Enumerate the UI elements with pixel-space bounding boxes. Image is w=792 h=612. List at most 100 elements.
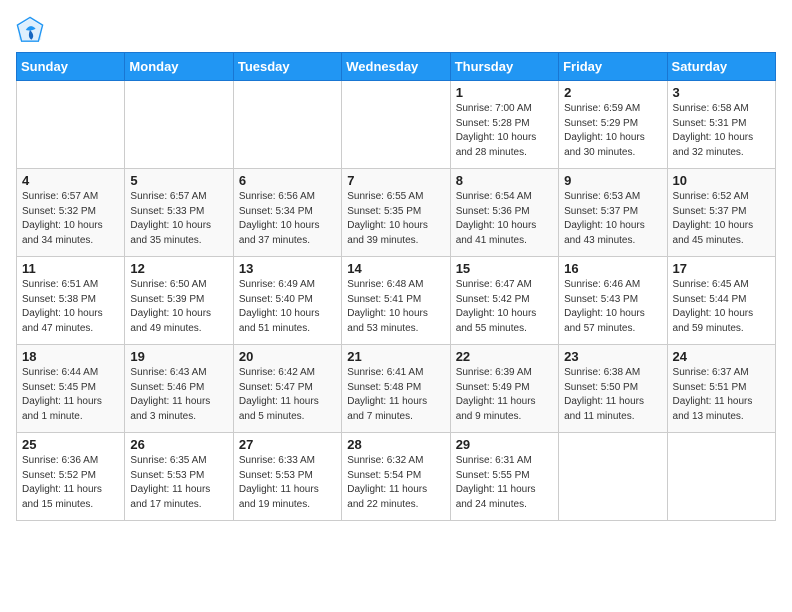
table-cell: 22Sunrise: 6:39 AM Sunset: 5:49 PM Dayli… [450,345,558,433]
day-number: 12 [130,261,227,276]
page-header [16,16,776,44]
day-info: Sunrise: 6:51 AM Sunset: 5:38 PM Dayligh… [22,278,119,336]
day-info: Sunrise: 6:42 AM Sunset: 5:47 PM Dayligh… [239,366,336,424]
week-row-3: 11 Sunrise: 6:51 AM Sunset: 5:38 PM Dayli… [17,257,776,345]
table-cell [559,433,667,521]
day-info: Sunrise: 6:32 AM Sunset: 5:54 PM Dayligh… [347,454,444,512]
day-number: 4 [22,173,119,188]
day-number: 19 [130,349,227,364]
day-number: 25 [22,437,119,452]
table-cell: 8 Sunrise: 6:54 AM Sunset: 5:36 PM Daylig… [450,169,558,257]
day-number: 17 [673,261,770,276]
header-thursday: Thursday [450,53,558,81]
table-cell: 7 Sunrise: 6:55 AM Sunset: 5:35 PM Daylig… [342,169,450,257]
day-info: Sunrise: 6:59 AM Sunset: 5:29 PM Dayligh… [564,102,661,160]
day-number: 7 [347,173,444,188]
day-info: Sunrise: 6:48 AM Sunset: 5:41 PM Dayligh… [347,278,444,336]
day-number: 13 [239,261,336,276]
table-cell: 29 Sunrise: 6:31 AM Sunset: 5:55 PM Dayli… [450,433,558,521]
table-cell: 14 Sunrise: 6:48 AM Sunset: 5:41 PM Dayli… [342,257,450,345]
header-wednesday: Wednesday [342,53,450,81]
day-number: 9 [564,173,661,188]
table-cell: 10 Sunrise: 6:52 AM Sunset: 5:37 PM Dayli… [667,169,775,257]
day-number: 10 [673,173,770,188]
week-row-1: 1 Sunrise: 7:00 AM Sunset: 5:28 PM Daylig… [17,81,776,169]
table-cell: 17 Sunrise: 6:45 AM Sunset: 5:44 PM Dayli… [667,257,775,345]
day-number: 16 [564,261,661,276]
header-monday: Monday [125,53,233,81]
day-info: Sunrise: 6:55 AM Sunset: 5:35 PM Dayligh… [347,190,444,248]
day-info: Sunrise: 6:43 AM Sunset: 5:46 PM Dayligh… [130,366,227,424]
day-info: Sunrise: 6:57 AM Sunset: 5:33 PM Dayligh… [130,190,227,248]
day-number: 15 [456,261,553,276]
table-cell: 5 Sunrise: 6:57 AM Sunset: 5:33 PM Daylig… [125,169,233,257]
day-info: Sunrise: 6:41 AM Sunset: 5:48 PM Dayligh… [347,366,444,424]
calendar-table: SundayMondayTuesdayWednesdayThursdayFrid… [16,52,776,521]
table-cell: 1 Sunrise: 7:00 AM Sunset: 5:28 PM Daylig… [450,81,558,169]
day-info: Sunrise: 6:45 AM Sunset: 5:44 PM Dayligh… [673,278,770,336]
table-cell: 19 Sunrise: 6:43 AM Sunset: 5:46 PM Dayli… [125,345,233,433]
table-cell: 3 Sunrise: 6:58 AM Sunset: 5:31 PM Daylig… [667,81,775,169]
day-number: 22 [456,349,553,364]
week-row-4: 18 Sunrise: 6:44 AM Sunset: 5:45 PM Dayli… [17,345,776,433]
table-cell: 28 Sunrise: 6:32 AM Sunset: 5:54 PM Dayli… [342,433,450,521]
header-friday: Friday [559,53,667,81]
day-info: Sunrise: 6:44 AM Sunset: 5:45 PM Dayligh… [22,366,119,424]
day-info: Sunrise: 6:36 AM Sunset: 5:52 PM Dayligh… [22,454,119,512]
day-info: Sunrise: 6:56 AM Sunset: 5:34 PM Dayligh… [239,190,336,248]
day-info: Sunrise: 6:49 AM Sunset: 5:40 PM Dayligh… [239,278,336,336]
table-cell: 15 Sunrise: 6:47 AM Sunset: 5:42 PM Dayli… [450,257,558,345]
table-cell: 4 Sunrise: 6:57 AM Sunset: 5:32 PM Daylig… [17,169,125,257]
week-row-2: 4 Sunrise: 6:57 AM Sunset: 5:32 PM Daylig… [17,169,776,257]
table-cell: 23Sunrise: 6:38 AM Sunset: 5:50 PM Dayli… [559,345,667,433]
day-number: 6 [239,173,336,188]
day-info: Sunrise: 7:00 AM Sunset: 5:28 PM Dayligh… [456,102,553,160]
day-info: Sunrise: 6:37 AM Sunset: 5:51 PM Dayligh… [673,366,770,424]
day-info: Sunrise: 6:47 AM Sunset: 5:42 PM Dayligh… [456,278,553,336]
table-cell: 11 Sunrise: 6:51 AM Sunset: 5:38 PM Dayli… [17,257,125,345]
day-number: 18 [22,349,119,364]
day-number: 14 [347,261,444,276]
table-cell: 21 Sunrise: 6:41 AM Sunset: 5:48 PM Dayli… [342,345,450,433]
day-number: 24 [673,349,770,364]
header-row: SundayMondayTuesdayWednesdayThursdayFrid… [17,53,776,81]
table-cell: 20 Sunrise: 6:42 AM Sunset: 5:47 PM Dayli… [233,345,341,433]
day-number: 21 [347,349,444,364]
day-info: Sunrise: 6:54 AM Sunset: 5:36 PM Dayligh… [456,190,553,248]
table-cell [342,81,450,169]
table-cell: 26 Sunrise: 6:35 AM Sunset: 5:53 PM Dayli… [125,433,233,521]
day-info: Sunrise: 6:57 AM Sunset: 5:32 PM Dayligh… [22,190,119,248]
day-number: 28 [347,437,444,452]
day-number: 3 [673,85,770,100]
day-info: Sunrise: 6:52 AM Sunset: 5:37 PM Dayligh… [673,190,770,248]
day-number: 26 [130,437,227,452]
header-tuesday: Tuesday [233,53,341,81]
day-info: Sunrise: 6:53 AM Sunset: 5:37 PM Dayligh… [564,190,661,248]
day-number: 20 [239,349,336,364]
day-number: 5 [130,173,227,188]
day-number: 2 [564,85,661,100]
logo [16,16,48,44]
table-cell: 25 Sunrise: 6:36 AM Sunset: 5:52 PM Dayli… [17,433,125,521]
table-cell [233,81,341,169]
day-number: 8 [456,173,553,188]
table-cell: 27Sunrise: 6:33 AM Sunset: 5:53 PM Dayli… [233,433,341,521]
table-cell [667,433,775,521]
day-info: Sunrise: 6:31 AM Sunset: 5:55 PM Dayligh… [456,454,553,512]
table-cell: 13 Sunrise: 6:49 AM Sunset: 5:40 PM Dayli… [233,257,341,345]
table-cell: 18 Sunrise: 6:44 AM Sunset: 5:45 PM Dayli… [17,345,125,433]
week-row-5: 25 Sunrise: 6:36 AM Sunset: 5:52 PM Dayli… [17,433,776,521]
day-number: 29 [456,437,553,452]
day-number: 23 [564,349,661,364]
day-info: Sunrise: 6:58 AM Sunset: 5:31 PM Dayligh… [673,102,770,160]
table-cell: 16Sunrise: 6:46 AM Sunset: 5:43 PM Dayli… [559,257,667,345]
table-cell [125,81,233,169]
table-cell [17,81,125,169]
header-sunday: Sunday [17,53,125,81]
day-number: 1 [456,85,553,100]
header-saturday: Saturday [667,53,775,81]
day-info: Sunrise: 6:35 AM Sunset: 5:53 PM Dayligh… [130,454,227,512]
day-number: 11 [22,261,119,276]
logo-icon [16,16,44,44]
table-cell: 12Sunrise: 6:50 AM Sunset: 5:39 PM Dayli… [125,257,233,345]
